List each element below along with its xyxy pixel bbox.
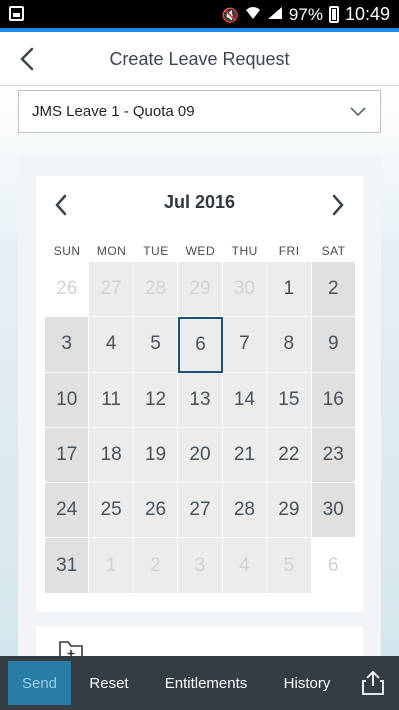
calendar-day[interactable]: 5: [267, 538, 312, 594]
calendar-panel: Jul 2016 SUN MON TUE WED THU FRI SAT 26: [18, 156, 381, 666]
calendar-day[interactable]: 21: [222, 427, 268, 484]
calendar-day[interactable]: 4: [222, 538, 268, 594]
calendar-day[interactable]: 20: [178, 427, 223, 484]
calendar-day[interactable]: 5: [133, 317, 179, 373]
calendar-day[interactable]: 9: [311, 317, 356, 373]
weekday-label: FRI: [278, 244, 300, 258]
calendar-day[interactable]: 30: [222, 262, 268, 318]
calendar-day[interactable]: 27: [178, 483, 223, 539]
calendar-day[interactable]: 10: [45, 372, 90, 428]
calendar-day[interactable]: 14: [222, 372, 268, 428]
month-label: Jul 2016: [163, 192, 236, 212]
share-icon: [362, 670, 384, 695]
weekday-label: THU: [231, 244, 258, 258]
calendar: Jul 2016 SUN MON TUE WED THU FRI SAT 26: [36, 176, 363, 612]
calendar-day[interactable]: 3: [45, 317, 90, 373]
history-button[interactable]: History: [270, 656, 344, 710]
leave-type-select[interactable]: JMS Leave 1 - Quota 09: [18, 90, 381, 133]
calendar-grid: 26 27 28 29 30 1 2 3 4 5 6 7 8 9 10 11 1…: [45, 262, 356, 594]
weekday-label: MON: [96, 244, 127, 258]
calendar-day[interactable]: 31: [45, 538, 90, 594]
app-bar: Create Leave Request: [0, 32, 399, 86]
calendar-day[interactable]: 29: [267, 483, 312, 539]
weekday-label: SAT: [321, 244, 346, 258]
reset-button[interactable]: Reset: [75, 656, 143, 710]
clock: 10:49: [344, 4, 390, 24]
signal-icon: [267, 5, 283, 25]
battery-icon: [328, 6, 339, 23]
calendar-day[interactable]: 16: [311, 372, 356, 428]
weekday-label: TUE: [143, 244, 169, 258]
calendar-day[interactable]: 4: [89, 317, 134, 373]
next-month-button[interactable]: [328, 191, 348, 219]
calendar-day-selected[interactable]: 6: [178, 317, 223, 373]
calendar-day[interactable]: 30: [311, 483, 356, 539]
calendar-day[interactable]: 1: [89, 538, 134, 594]
gallery-icon: [9, 6, 24, 21]
weekday-header: SUN MON TUE WED THU FRI SAT: [45, 244, 356, 258]
status-bar: 🔇 97% 10:49: [0, 0, 399, 28]
page-title: Create Leave Request: [109, 49, 290, 69]
calendar-day[interactable]: 25: [89, 483, 134, 539]
calendar-day[interactable]: 12: [133, 372, 179, 428]
entitlements-button[interactable]: Entitlements: [150, 656, 262, 710]
calendar-day[interactable]: 2: [311, 262, 356, 318]
calendar-day[interactable]: 18: [89, 427, 134, 484]
calendar-day[interactable]: 29: [178, 262, 223, 318]
content-area: JMS Leave 1 - Quota 09 Jul 2016 SUN MON …: [0, 86, 399, 666]
mute-icon: 🔇: [221, 6, 239, 23]
calendar-day[interactable]: 26: [45, 262, 90, 318]
calendar-day[interactable]: 26: [133, 483, 179, 539]
calendar-day[interactable]: 28: [222, 483, 268, 539]
calendar-day[interactable]: 8: [267, 317, 312, 373]
calendar-day[interactable]: 1: [267, 262, 312, 318]
weekday-label: WED: [185, 244, 216, 258]
bottom-toolbar: Send Reset Entitlements History: [0, 656, 399, 710]
calendar-day[interactable]: 28: [133, 262, 179, 318]
calendar-day[interactable]: 24: [45, 483, 90, 539]
calendar-day[interactable]: 6: [311, 538, 356, 594]
calendar-day[interactable]: 19: [133, 427, 179, 484]
share-button[interactable]: [354, 656, 392, 710]
calendar-day[interactable]: 13: [178, 372, 223, 428]
calendar-day[interactable]: 3: [178, 538, 223, 594]
system-icons: 🔇 97% 10:49: [221, 4, 390, 25]
calendar-day[interactable]: 15: [267, 372, 312, 428]
leave-type-value: JMS Leave 1 - Quota 09: [32, 103, 195, 120]
calendar-day[interactable]: 7: [222, 317, 268, 373]
wifi-icon: [245, 5, 261, 25]
calendar-day[interactable]: 23: [311, 427, 356, 484]
calendar-day[interactable]: 22: [267, 427, 312, 484]
weekday-label: SUN: [53, 244, 81, 258]
calendar-day[interactable]: 17: [45, 427, 90, 484]
calendar-day[interactable]: 11: [89, 372, 134, 428]
send-button[interactable]: Send: [8, 661, 71, 705]
calendar-day[interactable]: 2: [133, 538, 179, 594]
calendar-header: Jul 2016: [36, 176, 363, 226]
chevron-down-icon: [350, 106, 366, 116]
battery-percent: 97%: [288, 4, 323, 24]
chevron-right-icon: [332, 194, 344, 216]
calendar-day[interactable]: 27: [89, 262, 134, 318]
